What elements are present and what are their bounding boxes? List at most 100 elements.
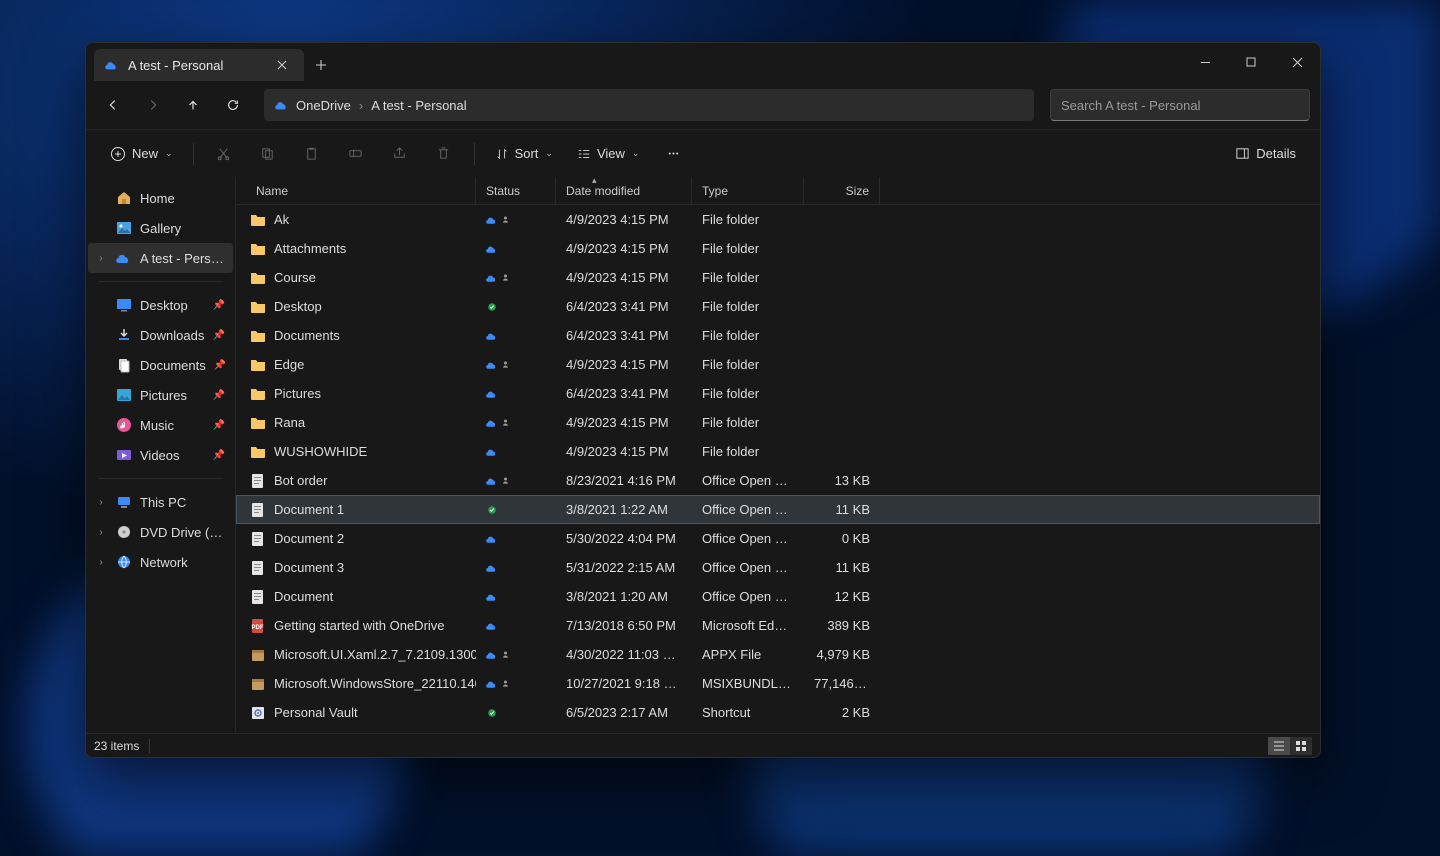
back-button[interactable] xyxy=(96,88,130,122)
file-row[interactable]: Document 35/31/2022 2:15 AMOffice Open X… xyxy=(236,553,1320,582)
sidebar-item-videos[interactable]: Videos📌 xyxy=(88,440,233,470)
file-type: Shortcut xyxy=(692,705,804,720)
file-name: Microsoft.WindowsStore_22110.1401.10.0..… xyxy=(274,676,476,691)
file-status xyxy=(476,620,556,632)
column-headers: Name ▴ Status Date modified Type Size xyxy=(236,177,1320,205)
file-row[interactable]: Document 13/8/2021 1:22 AMOffice Open XM… xyxy=(236,495,1320,524)
address-bar[interactable]: OneDrive › A test - Personal xyxy=(264,89,1034,121)
sidebar-item-music[interactable]: Music📌 xyxy=(88,410,233,440)
folder-icon xyxy=(250,299,266,315)
close-button[interactable] xyxy=(1274,43,1320,81)
file-row[interactable]: Desktop6/4/2023 3:41 PMFile folder xyxy=(236,292,1320,321)
delete-button[interactable] xyxy=(424,137,464,171)
disc-icon xyxy=(116,524,132,540)
file-row[interactable]: Microsoft.WindowsStore_22110.1401.10.0..… xyxy=(236,669,1320,698)
rename-button[interactable] xyxy=(336,137,376,171)
file-list[interactable]: Ak4/9/2023 4:15 PMFile folderAttachments… xyxy=(236,205,1320,733)
file-row[interactable]: Getting started with OneDrive7/13/2018 6… xyxy=(236,611,1320,640)
breadcrumb-0[interactable]: OneDrive xyxy=(296,98,351,113)
file-name: Rana xyxy=(274,415,305,430)
file-name: Getting started with OneDrive xyxy=(274,618,445,633)
file-row[interactable]: Edge4/9/2023 4:15 PMFile folder xyxy=(236,350,1320,379)
file-status xyxy=(476,301,556,313)
file-row[interactable]: Personal Vault6/5/2023 2:17 AMShortcut2 … xyxy=(236,698,1320,727)
sidebar-item-documents[interactable]: Documents📌 xyxy=(88,350,233,380)
chevron-right-icon[interactable]: › xyxy=(94,253,108,264)
desktop-icon xyxy=(116,297,132,313)
tab-close-button[interactable] xyxy=(270,53,294,77)
col-type[interactable]: Type xyxy=(692,177,804,204)
doc-icon xyxy=(250,473,266,489)
copy-button[interactable] xyxy=(248,137,288,171)
pin-icon: 📌 xyxy=(213,390,225,401)
file-row[interactable]: Course4/9/2023 4:15 PMFile folder xyxy=(236,263,1320,292)
col-status[interactable]: Status xyxy=(476,177,556,204)
sidebar-item-downloads[interactable]: Downloads📌 xyxy=(88,320,233,350)
sort-label: Sort xyxy=(515,146,539,161)
forward-button[interactable] xyxy=(136,88,170,122)
maximize-button[interactable] xyxy=(1228,43,1274,81)
sidebar-item-pictures[interactable]: Pictures 📌 xyxy=(88,380,233,410)
file-date: 10/27/2021 9:18 PM xyxy=(556,676,692,691)
paste-button[interactable] xyxy=(292,137,332,171)
doc-icon xyxy=(250,560,266,576)
file-status xyxy=(476,272,556,284)
file-name: Ak xyxy=(274,212,289,227)
sidebar-label: Pictures xyxy=(140,388,187,403)
sidebar-home[interactable]: Home xyxy=(88,183,233,213)
file-row[interactable]: Document 25/30/2022 4:04 PMOffice Open X… xyxy=(236,524,1320,553)
file-date: 6/4/2023 3:41 PM xyxy=(556,386,692,401)
file-type: Office Open XML ... xyxy=(692,589,804,604)
chevron-right-icon[interactable]: › xyxy=(94,527,108,538)
file-row[interactable]: Bot order8/23/2021 4:16 PMOffice Open XM… xyxy=(236,466,1320,495)
file-row[interactable]: Rana4/9/2023 4:15 PMFile folder xyxy=(236,408,1320,437)
sidebar-label: This PC xyxy=(140,495,186,510)
file-size: 2 KB xyxy=(804,705,880,720)
more-button[interactable] xyxy=(653,137,693,171)
cut-button[interactable] xyxy=(204,137,244,171)
view-button[interactable]: View⌄ xyxy=(567,137,650,171)
sidebar-item-desktop[interactable]: Desktop📌 xyxy=(88,290,233,320)
file-name: WUSHOWHIDE xyxy=(274,444,367,459)
sidebar-dvd[interactable]: › DVD Drive (D:) CCC xyxy=(88,517,233,547)
file-date: 5/30/2022 4:04 PM xyxy=(556,531,692,546)
new-tab-button[interactable] xyxy=(304,49,338,81)
chevron-right-icon[interactable]: › xyxy=(94,557,108,568)
sort-button[interactable]: Sort⌄ xyxy=(485,137,563,171)
search-input[interactable] xyxy=(1061,98,1299,113)
home-icon xyxy=(116,190,132,206)
breadcrumb-1[interactable]: A test - Personal xyxy=(371,98,466,113)
file-row[interactable]: Ak4/9/2023 4:15 PMFile folder xyxy=(236,205,1320,234)
file-row[interactable]: WUSHOWHIDE4/9/2023 4:15 PMFile folder xyxy=(236,437,1320,466)
file-row[interactable]: Document3/8/2021 1:20 AMOffice Open XML … xyxy=(236,582,1320,611)
file-row[interactable]: Documents6/4/2023 3:41 PMFile folder xyxy=(236,321,1320,350)
new-button[interactable]: New⌄ xyxy=(100,137,183,171)
sidebar-thispc[interactable]: › This PC xyxy=(88,487,233,517)
folder-icon xyxy=(250,357,266,373)
col-name[interactable]: Name xyxy=(236,177,476,204)
file-row[interactable]: Pictures6/4/2023 3:41 PMFile folder xyxy=(236,379,1320,408)
search-box[interactable] xyxy=(1050,89,1310,121)
pkg-icon xyxy=(250,676,266,692)
details-view-toggle[interactable] xyxy=(1268,737,1290,755)
tab-active[interactable]: A test - Personal xyxy=(94,49,304,81)
sidebar-gallery[interactable]: Gallery xyxy=(88,213,233,243)
chevron-right-icon[interactable]: › xyxy=(94,497,108,508)
thumbnails-view-toggle[interactable] xyxy=(1290,737,1312,755)
sidebar-onedrive[interactable]: › A test - Personal xyxy=(88,243,233,273)
file-status xyxy=(476,388,556,400)
file-status xyxy=(476,446,556,458)
details-pane-button[interactable]: Details xyxy=(1225,137,1306,171)
minimize-button[interactable] xyxy=(1182,43,1228,81)
refresh-button[interactable] xyxy=(216,88,250,122)
tab-title: A test - Personal xyxy=(128,58,223,73)
file-row[interactable]: Attachments4/9/2023 4:15 PMFile folder xyxy=(236,234,1320,263)
share-button[interactable] xyxy=(380,137,420,171)
file-row[interactable]: Microsoft.UI.Xaml.2.7_7.2109.13004.0_x64… xyxy=(236,640,1320,669)
up-button[interactable] xyxy=(176,88,210,122)
file-status xyxy=(476,533,556,545)
col-size[interactable]: Size xyxy=(804,177,880,204)
sidebar-network[interactable]: › Network xyxy=(88,547,233,577)
file-type: File folder xyxy=(692,299,804,314)
col-date[interactable]: Date modified xyxy=(556,177,692,204)
